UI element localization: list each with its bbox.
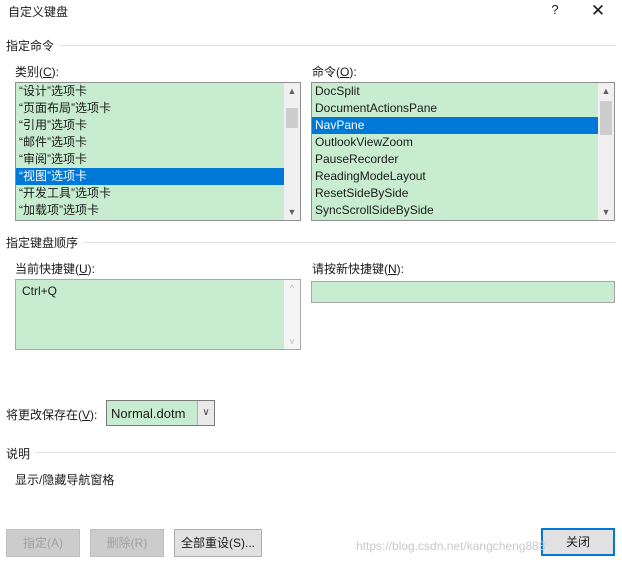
section-divider — [36, 452, 616, 453]
keyboard-sequence-heading: 指定键盘顺序 — [6, 236, 79, 250]
scroll-up-icon[interactable]: ▲ — [598, 83, 614, 99]
command-list-item[interactable]: SyncScrollSideBySide — [312, 202, 614, 219]
reset-all-button[interactable]: 全部重设(S)... — [174, 529, 262, 557]
watermark-text: https://blog.csdn.net/kangcheng888 — [356, 539, 546, 553]
remove-button[interactable]: 删除(R) — [90, 529, 164, 557]
category-list-item[interactable]: “审阅”选项卡 — [16, 151, 300, 168]
current-keys-listbox[interactable]: Ctrl+Q ^ v — [15, 279, 301, 350]
category-list-item[interactable]: “邮件”选项卡 — [16, 134, 300, 151]
dialog-title: 自定义键盘 — [8, 5, 69, 19]
command-list-item[interactable]: NavPane — [312, 117, 614, 134]
customize-keyboard-dialog: 自定义键盘 ? ✕ 指定命令 类别(C): “设计”选项卡 “页面布局”选项卡 “引… — [0, 0, 622, 567]
categories-scrollbar[interactable]: ▲ ▼ — [284, 83, 300, 220]
save-in-label: 将更改保存在(V): — [6, 408, 98, 422]
assign-button[interactable]: 指定(A) — [6, 529, 80, 557]
category-list-item[interactable]: “页面布局”选项卡 — [16, 100, 300, 117]
categories-listbox[interactable]: “设计”选项卡 “页面布局”选项卡 “引用”选项卡 “邮件”选项卡 “审阅”选项卡 “视图… — [15, 82, 301, 221]
scrollbar-thumb[interactable] — [286, 108, 298, 128]
save-in-select[interactable]: Normal.dotm ∨ — [106, 400, 215, 426]
close-window-icon[interactable]: ✕ — [588, 1, 608, 21]
new-shortcut-label: 请按新快捷键(N): — [312, 262, 405, 276]
category-list-item[interactable]: “视图”选项卡 — [16, 168, 300, 185]
categories-list: “设计”选项卡 “页面布局”选项卡 “引用”选项卡 “邮件”选项卡 “审阅”选项卡 “视图… — [16, 83, 300, 219]
current-keys-scrollbar[interactable]: ^ v — [284, 280, 300, 349]
commands-listbox[interactable]: DocSplit DocumentActionsPane NavPane Outloo… — [311, 82, 615, 221]
commands-scrollbar[interactable]: ▲ ▼ — [598, 83, 614, 220]
chevron-down-icon[interactable]: ∨ — [197, 401, 214, 425]
command-list-item[interactable]: ResetSideBySide — [312, 185, 614, 202]
category-list-item[interactable]: “开发工具”选项卡 — [16, 185, 300, 202]
current-key-item[interactable]: Ctrl+Q — [19, 283, 300, 300]
command-list-item[interactable]: DocumentActionsPane — [312, 100, 614, 117]
category-list-item[interactable]: “引用”选项卡 — [16, 117, 300, 134]
scroll-down-icon[interactable]: v — [284, 333, 300, 349]
section-divider — [60, 45, 616, 46]
current-keys-label: 当前快捷键(U): — [15, 262, 96, 276]
section-divider — [84, 242, 616, 243]
current-keys-list: Ctrl+Q — [16, 280, 300, 300]
commands-list: DocSplit DocumentActionsPane NavPane Outloo… — [312, 83, 614, 219]
command-list-item[interactable]: ReadingModeLayout — [312, 168, 614, 185]
description-heading: 说明 — [6, 447, 31, 461]
command-list-item[interactable]: PauseRecorder — [312, 151, 614, 168]
command-list-item[interactable]: DocSplit — [312, 83, 614, 100]
category-list-item[interactable]: “设计”选项卡 — [16, 83, 300, 100]
scroll-up-icon[interactable]: ^ — [284, 280, 300, 296]
scroll-up-icon[interactable]: ▲ — [284, 83, 300, 99]
scrollbar-thumb[interactable] — [600, 101, 612, 135]
command-list-item[interactable]: OutlookViewZoom — [312, 134, 614, 151]
help-button[interactable]: ? — [546, 2, 564, 20]
close-button[interactable]: 关闭 — [541, 528, 615, 556]
categories-label: 类别(C): — [15, 65, 60, 79]
save-in-value: Normal.dotm — [111, 406, 186, 421]
commands-label: 命令(O): — [312, 65, 357, 79]
category-list-item[interactable]: “加载项”选项卡 — [16, 202, 300, 219]
description-text: 显示/隐藏导航窗格 — [15, 473, 115, 487]
new-shortcut-input[interactable] — [311, 281, 615, 303]
scroll-down-icon[interactable]: ▼ — [598, 204, 614, 220]
scroll-down-icon[interactable]: ▼ — [284, 204, 300, 220]
assign-command-heading: 指定命令 — [6, 39, 55, 53]
